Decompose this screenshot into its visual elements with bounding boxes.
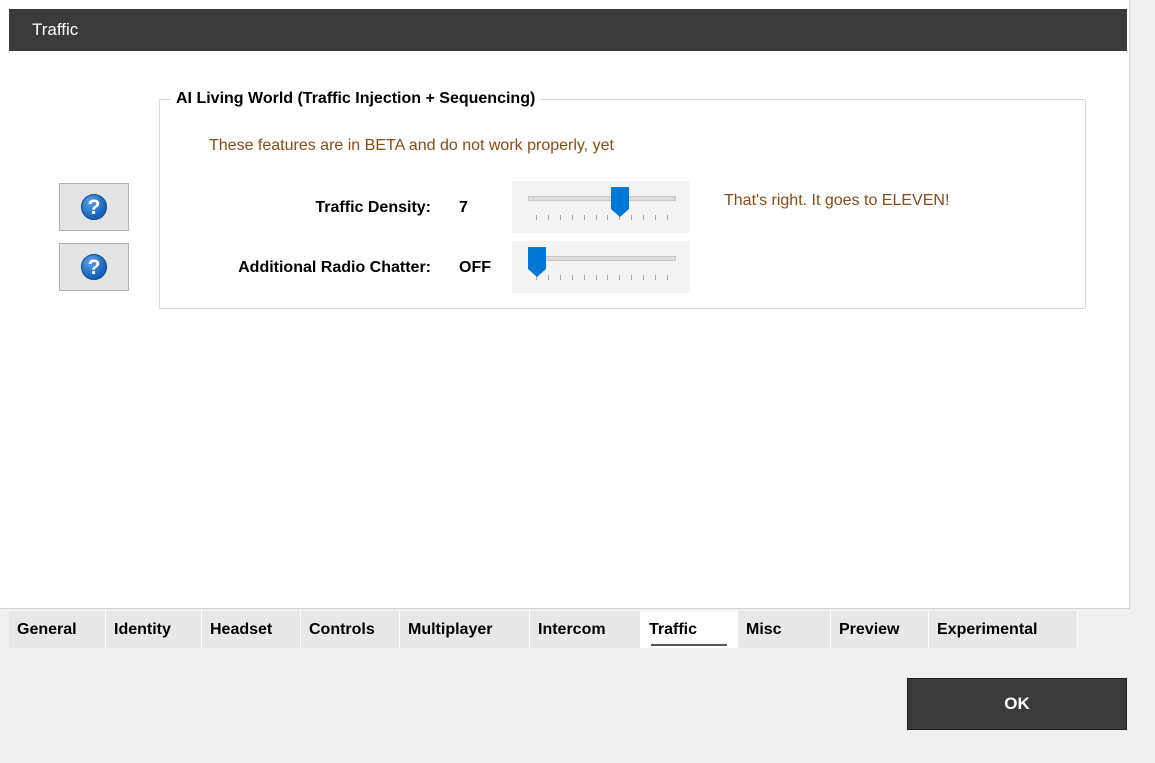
settings-panel: Traffic ? ? AI Living World (Traffic Inj… [0, 0, 1130, 609]
tab-traffic[interactable]: Traffic [641, 611, 738, 648]
beta-warning: These features are in BETA and do not wo… [209, 137, 614, 154]
traffic-density-help-button[interactable]: ? [59, 183, 129, 231]
traffic-density-slider[interactable] [512, 181, 690, 233]
radio-chatter-slider[interactable] [512, 241, 690, 293]
tab-headset[interactable]: Headset [202, 611, 301, 648]
radio-chatter-help-button[interactable]: ? [59, 243, 129, 291]
traffic-density-value: 7 [459, 199, 468, 216]
group-title: AI Living World (Traffic Injection + Seq… [171, 89, 541, 109]
tab-experimental[interactable]: Experimental [929, 611, 1078, 648]
radio-chatter-label: Additional Radio Chatter: [238, 259, 431, 276]
tab-multiplayer[interactable]: Multiplayer [400, 611, 530, 648]
radio-chatter-value: OFF [459, 259, 491, 276]
traffic-density-note: That's right. It goes to ELEVEN! [724, 192, 950, 209]
slider-thumb[interactable] [527, 246, 547, 278]
question-mark-icon: ? [81, 194, 107, 220]
tab-intercom[interactable]: Intercom [530, 611, 641, 648]
slider-track [528, 196, 676, 201]
slider-ticks [536, 215, 668, 222]
tab-misc[interactable]: Misc [738, 611, 831, 648]
slider-track [528, 256, 676, 261]
active-tab-indicator [651, 644, 727, 646]
ok-button[interactable]: OK [907, 678, 1127, 730]
tab-general[interactable]: General [9, 611, 106, 648]
tab-identity[interactable]: Identity [106, 611, 202, 648]
tab-bar: General Identity Headset Controls Multip… [9, 611, 1078, 649]
traffic-density-label: Traffic Density: [315, 199, 431, 216]
question-mark-icon: ? [81, 254, 107, 280]
slider-thumb[interactable] [610, 186, 630, 218]
slider-ticks [536, 275, 668, 282]
panel-title: Traffic [9, 9, 1127, 51]
tab-preview[interactable]: Preview [831, 611, 929, 648]
tab-controls[interactable]: Controls [301, 611, 400, 648]
